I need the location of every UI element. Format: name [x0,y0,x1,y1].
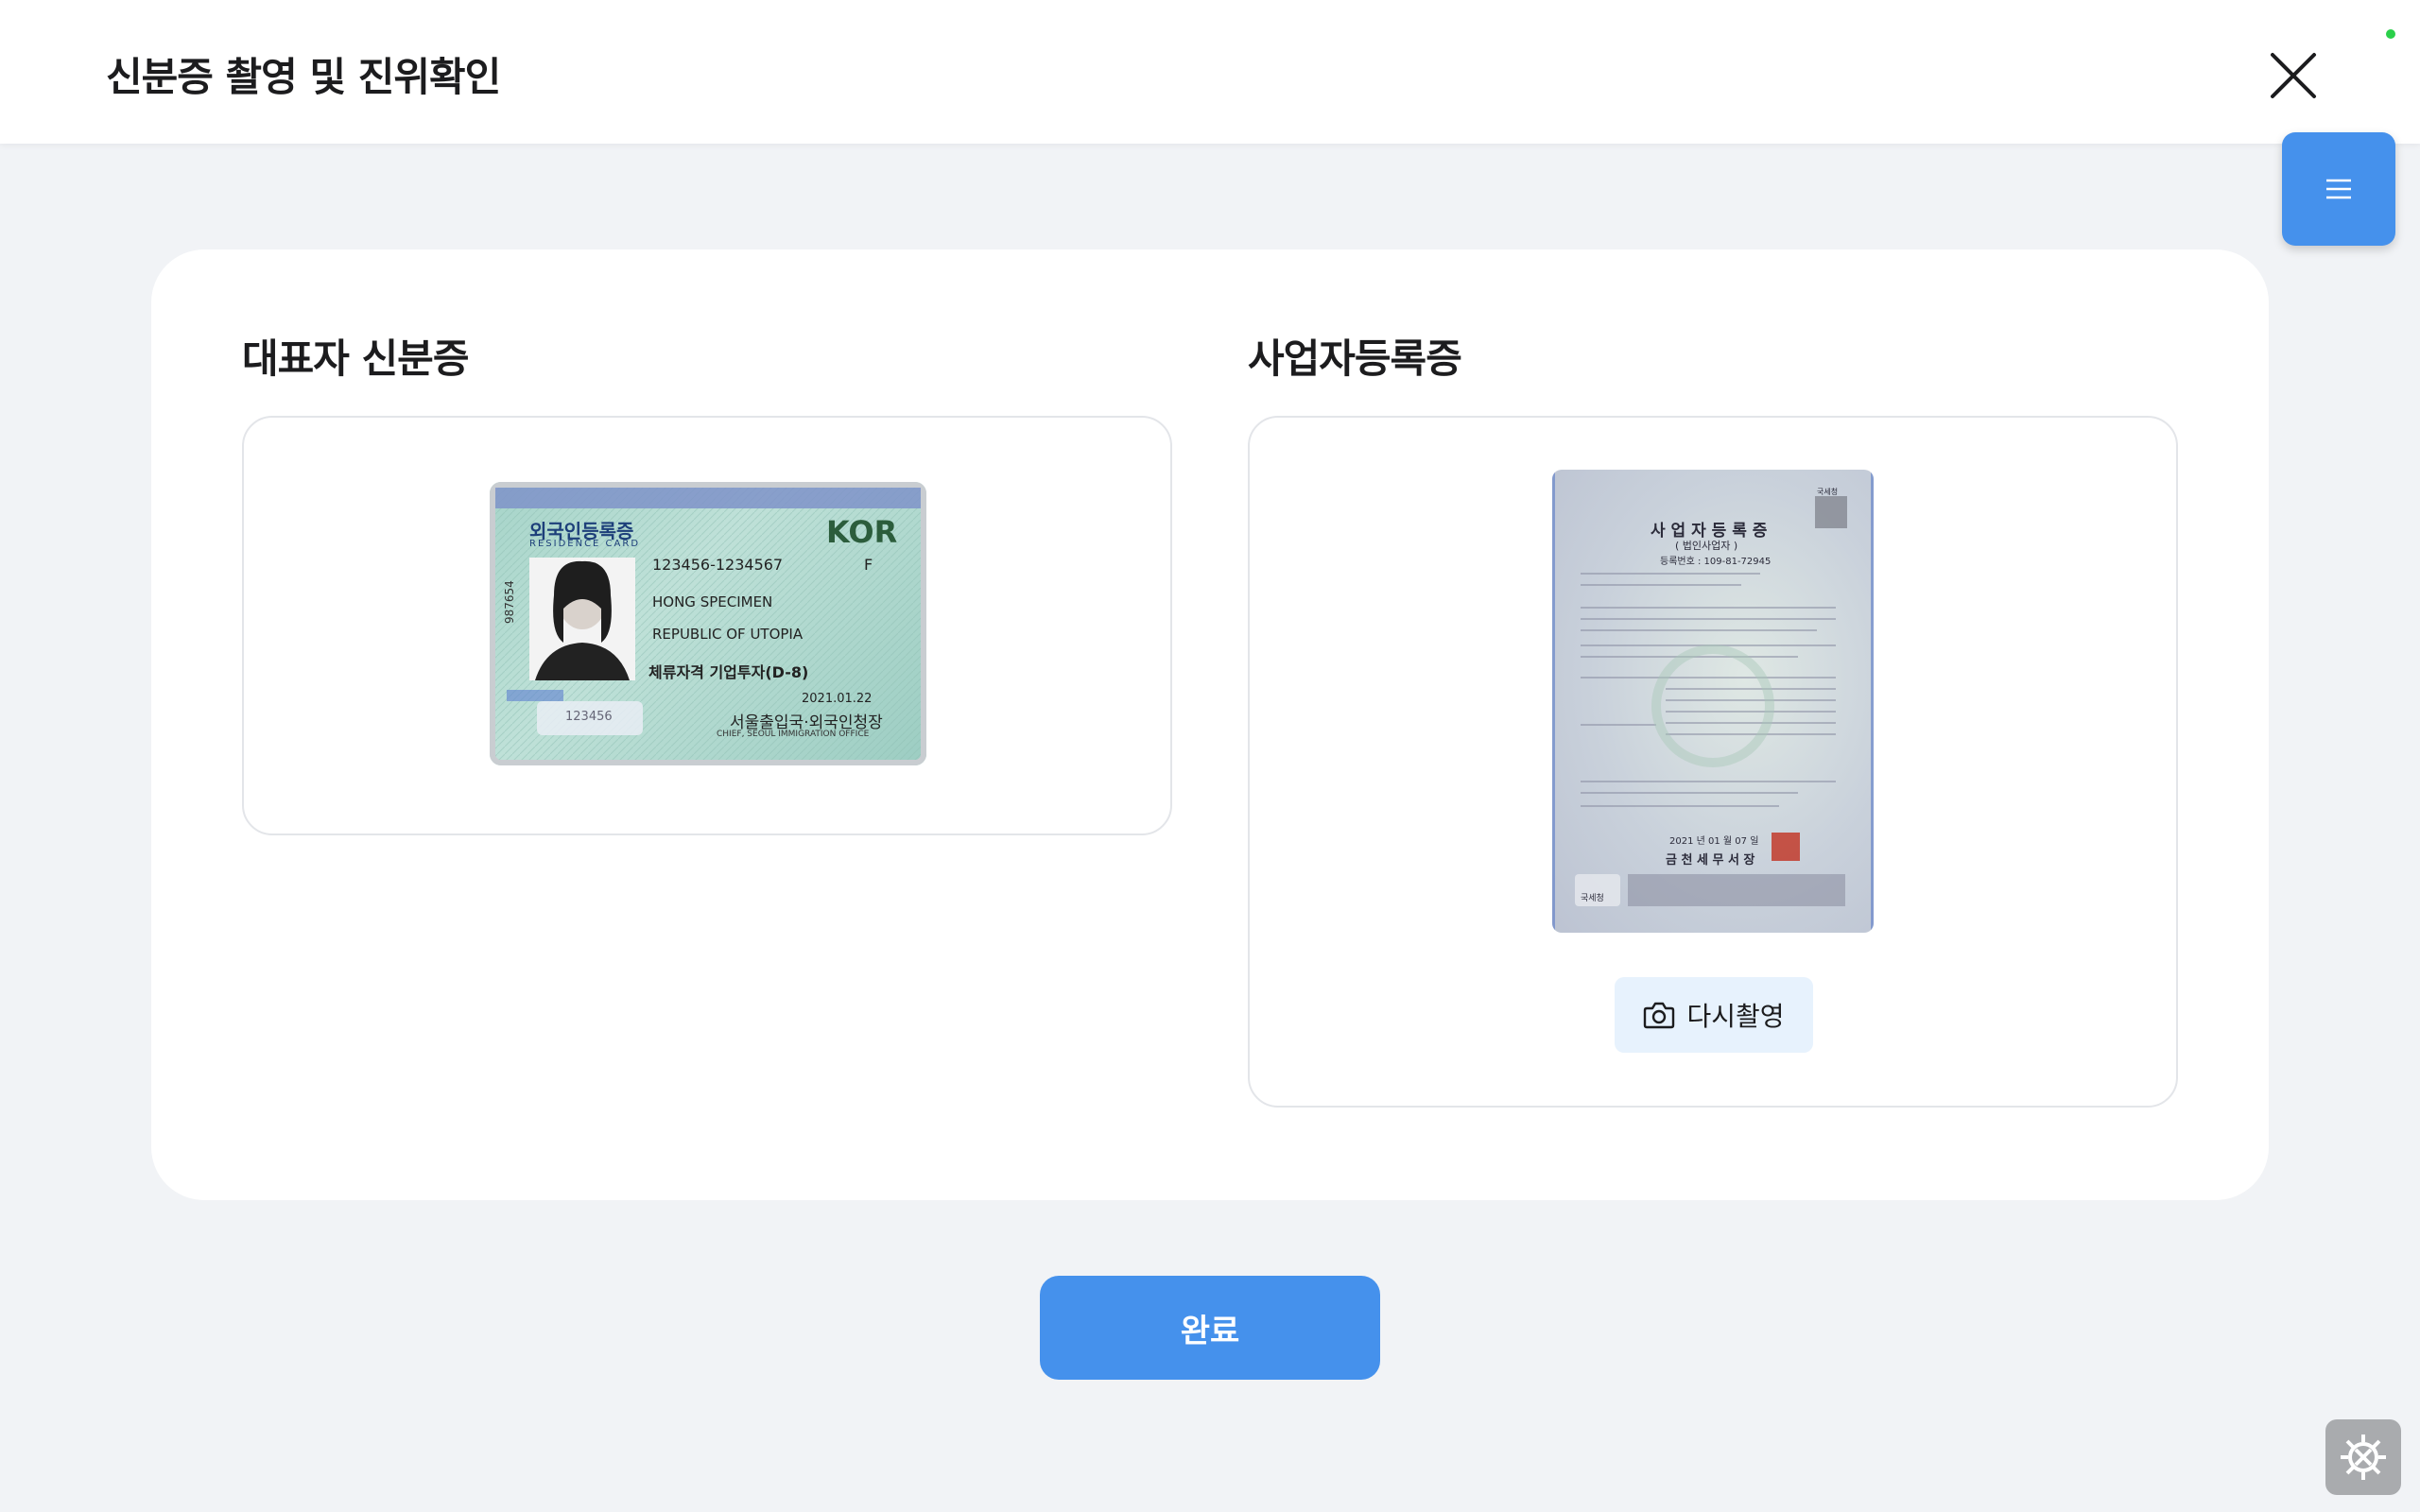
close-button[interactable] [2267,49,2320,102]
doc-office: 금 천 세 무 서 장 [1666,853,1755,868]
doc-date: 2021 년 01 월 07 일 [1669,836,1759,847]
card-name: HONG SPECIMEN [652,593,773,610]
done-button[interactable]: 완료 [1040,1276,1380,1380]
id-card-image[interactable]: 외국인등록증 RESIDENCE CARD KOR 123456-1234567… [490,482,926,765]
card-country: KOR [826,514,898,550]
doc-reg-no: 등록번호 : 109-81-72945 [1660,557,1772,567]
page-title: 신분증 촬영 및 진위확인 [106,54,501,100]
menu-button[interactable] [2282,132,2395,246]
hamburger-menu-icon [2326,179,2351,199]
business-section-title: 사업자등록증 [1248,335,1462,382]
card-name-en: RESIDENCE CARD [529,539,641,549]
card-sex: F [864,556,873,574]
retake-button[interactable]: 다시촬영 [1615,977,1813,1053]
settings-button[interactable] [2325,1419,2401,1495]
close-icon [2271,53,2316,98]
retake-label: 다시촬영 [1686,1001,1785,1032]
settings-icon [2341,1435,2386,1480]
business-doc-image[interactable]: 사 업 자 등 록 증 ( 법인사업자 ) 등록번호 : 109-81-7294… [1552,470,1874,933]
doc-subheading: ( 법인사업자 ) [1675,540,1738,552]
status-indicator-dot [2386,29,2395,39]
card-status: 체류자격 기업투자(D-8) [648,663,809,681]
card-issuer-en: CHIEF, SEOUL IMMIGRATION OFFICE [717,730,870,739]
doc-agency-top: 국세청 [1817,488,1839,496]
card-issue-date: 2021.01.22 [802,692,873,706]
card-reg-no: 123456-1234567 [652,556,784,574]
id-section-title: 대표자 신분증 [242,335,469,382]
doc-agency: 국세청 [1581,894,1604,903]
card-side-no: 987654 [503,580,516,624]
card-nation: REPUBLIC OF UTOPIA [652,626,804,643]
camera-icon [1644,1002,1675,1029]
card-serial: 123456 [565,710,613,724]
done-label: 완료 [1180,1312,1240,1350]
top-bar: 신분증 촬영 및 진위확인 [0,0,2420,144]
